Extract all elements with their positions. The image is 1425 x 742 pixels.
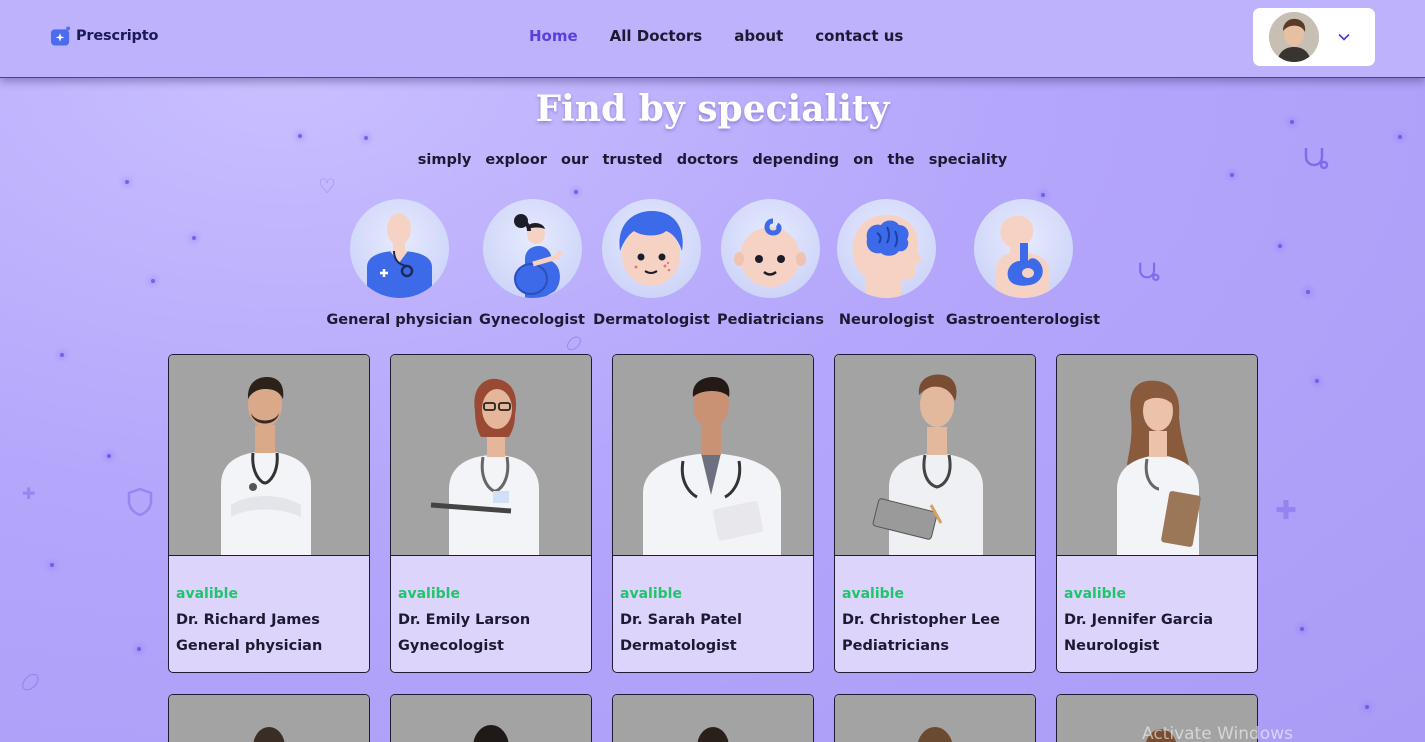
speciality-dermatologist[interactable]: Dermatologist [593,199,710,328]
doctor-card[interactable]: avalible Dr. Jennifer Garcia Neurologist [1056,354,1258,673]
speciality-label: Pediatricians [717,312,824,328]
doctor-name: Dr. Emily Larson [398,612,531,628]
speciality-title: Find by speciality [535,88,890,130]
brand-logo-link[interactable]: Prescripto [50,25,158,47]
availability-status: avalible [620,586,682,602]
doctor-photo [1057,355,1257,556]
user-avatar [1269,12,1319,62]
speciality-label: Neurologist [838,312,935,328]
speciality-gastroenterologist[interactable]: Gastroenterologist [946,199,1100,328]
speciality-label: General physician [326,312,473,328]
speciality-neurologist[interactable]: Neurologist [837,199,936,328]
nav-contact-us[interactable]: contact us [815,27,903,45]
profile-menu-button[interactable] [1253,8,1375,66]
availability-status: avalible [176,586,238,602]
speciality-gynecologist[interactable]: Gynecologist [479,199,585,328]
gynecologist-icon [482,199,582,298]
doctor-card[interactable] [168,694,370,742]
dermatologist-icon [602,199,701,298]
doctor-photo [391,695,591,742]
doctor-name: Dr. Jennifer Garcia [1064,612,1214,628]
doctor-card[interactable] [834,694,1036,742]
doctor-card[interactable] [612,694,814,742]
doctor-photo [169,355,369,556]
doctor-card[interactable] [390,694,592,742]
doctor-card[interactable]: avalible Dr. Sarah Patel Dermatologist [612,354,814,673]
doctor-card[interactable]: avalible Dr. Christopher Lee Pediatricia… [834,354,1036,673]
doctor-card[interactable]: avalible Dr. Richard James General physi… [168,354,370,673]
neurologist-icon [837,199,936,298]
prescripto-logo-icon [50,26,71,46]
doctor-name: Dr. Richard James [176,612,320,628]
doctor-photo [169,695,369,742]
nav-about[interactable]: about [734,27,783,45]
doctor-speciality: Gynecologist [398,638,504,654]
brand-name: Prescripto [76,28,159,44]
speciality-label: Gastroenterologist [945,312,1101,328]
gastroenterologist-icon [973,199,1073,298]
availability-status: avalible [1064,586,1126,602]
nav-all-doctors[interactable]: All Doctors [610,27,703,45]
availability-status: avalible [398,586,460,602]
chevron-down-icon [1338,33,1350,41]
general-physician-icon [350,199,449,298]
availability-status: avalible [842,586,904,602]
doctor-photo [835,355,1035,556]
doctor-speciality: Dermatologist [620,638,737,654]
doctor-speciality: General physician [176,638,323,654]
doctor-photo [391,355,591,556]
nav-home[interactable]: Home [529,27,578,45]
speciality-label: Gynecologist [479,312,585,328]
speciality-subtitle: simply exploor our trusted doctors depen… [417,152,1008,168]
doctor-photo [613,695,813,742]
top-navbar: Prescripto Home All Doctors about contac… [0,0,1425,78]
speciality-general-physician[interactable]: General physician [326,199,473,328]
doctor-photo [613,355,813,556]
os-activation-watermark: Activate Windows [1142,724,1293,742]
speciality-label: Dermatologist [593,312,710,328]
doctor-speciality: Neurologist [1064,638,1160,654]
doctor-card[interactable]: avalible Dr. Emily Larson Gynecologist [390,354,592,673]
doctor-photo [835,695,1035,742]
doctor-name: Dr. Sarah Patel [620,612,742,628]
speciality-pediatricians[interactable]: Pediatricians [717,199,824,328]
pediatrician-icon [721,199,820,298]
main-nav: Home All Doctors about contact us [529,27,903,45]
doctor-name: Dr. Christopher Lee [842,612,1000,628]
doctor-speciality: Pediatricians [842,638,949,654]
